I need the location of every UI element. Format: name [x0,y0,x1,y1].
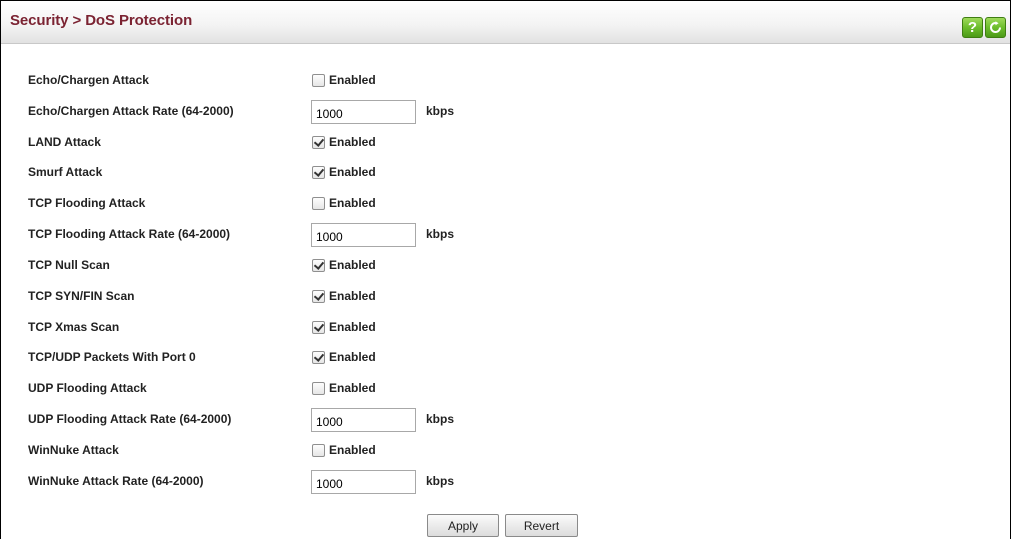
unit-label: kbps [426,474,455,488]
enabled-checkbox[interactable] [312,73,325,87]
row-label: TCP SYN/FIN Scan [28,289,135,303]
enabled-checkbox[interactable] [312,381,325,395]
unit-label: kbps [426,104,455,118]
rate-input[interactable] [311,470,416,494]
unit-label: kbps [426,227,455,241]
row-label: UDP Flooding Attack Rate (64-2000) [28,412,232,426]
checkbox-label: Enabled [329,135,376,149]
apply-button[interactable]: Apply [427,514,499,537]
row-label: TCP/UDP Packets With Port 0 [28,350,196,364]
checkbox-label: Enabled [329,320,376,334]
enabled-checkbox[interactable] [312,289,325,303]
checkbox-label: Enabled [329,443,376,457]
enabled-toggle[interactable]: Enabled [312,72,376,88]
help-button[interactable]: ? [962,17,983,38]
row-label: WinNuke Attack [28,443,119,457]
enabled-toggle[interactable]: Enabled [312,442,376,458]
enabled-toggle[interactable]: Enabled [312,164,376,180]
row-label: Echo/Chargen Attack Rate (64-2000) [28,104,234,118]
row-label: LAND Attack [28,135,101,149]
enabled-checkbox[interactable] [312,258,325,272]
rate-input[interactable] [311,408,416,432]
enabled-toggle[interactable]: Enabled [312,288,376,304]
enabled-checkbox[interactable] [312,135,325,149]
checkbox-label: Enabled [329,381,376,395]
enabled-toggle[interactable]: Enabled [312,319,376,335]
checkbox-label: Enabled [329,258,376,272]
enabled-toggle[interactable]: Enabled [312,349,376,365]
row-label: TCP Flooding Attack Rate (64-2000) [28,227,231,241]
enabled-checkbox[interactable] [312,196,325,210]
enabled-toggle[interactable]: Enabled [312,134,376,150]
enabled-checkbox[interactable] [312,320,325,334]
row-label: Smurf Attack [28,165,103,179]
page-header: Security > DoS Protection ? [1,1,1010,44]
enabled-toggle[interactable]: Enabled [312,257,376,273]
row-label: TCP Flooding Attack [28,196,146,210]
checkbox-label: Enabled [329,165,376,179]
enabled-toggle[interactable]: Enabled [312,195,376,211]
enabled-checkbox[interactable] [312,350,325,364]
checkbox-label: Enabled [329,289,376,303]
enabled-checkbox[interactable] [312,443,325,457]
page-frame [0,0,1011,539]
row-label: WinNuke Attack Rate (64-2000) [28,474,204,488]
checkbox-label: Enabled [329,196,376,210]
help-icon: ? [967,19,978,36]
row-label: Echo/Chargen Attack [28,73,149,87]
revert-button[interactable]: Revert [505,514,578,537]
refresh-icon [990,21,1001,33]
refresh-button[interactable] [985,17,1006,38]
checkbox-label: Enabled [329,73,376,87]
page-title: Security > DoS Protection [10,12,193,29]
row-label: TCP Null Scan [28,258,110,272]
enabled-checkbox[interactable] [312,165,325,179]
rate-input[interactable] [311,223,416,247]
row-label: TCP Xmas Scan [28,320,120,334]
enabled-toggle[interactable]: Enabled [312,380,376,396]
checkbox-label: Enabled [329,350,376,364]
rate-input[interactable] [311,100,416,124]
unit-label: kbps [426,412,455,426]
row-label: UDP Flooding Attack [28,381,147,395]
